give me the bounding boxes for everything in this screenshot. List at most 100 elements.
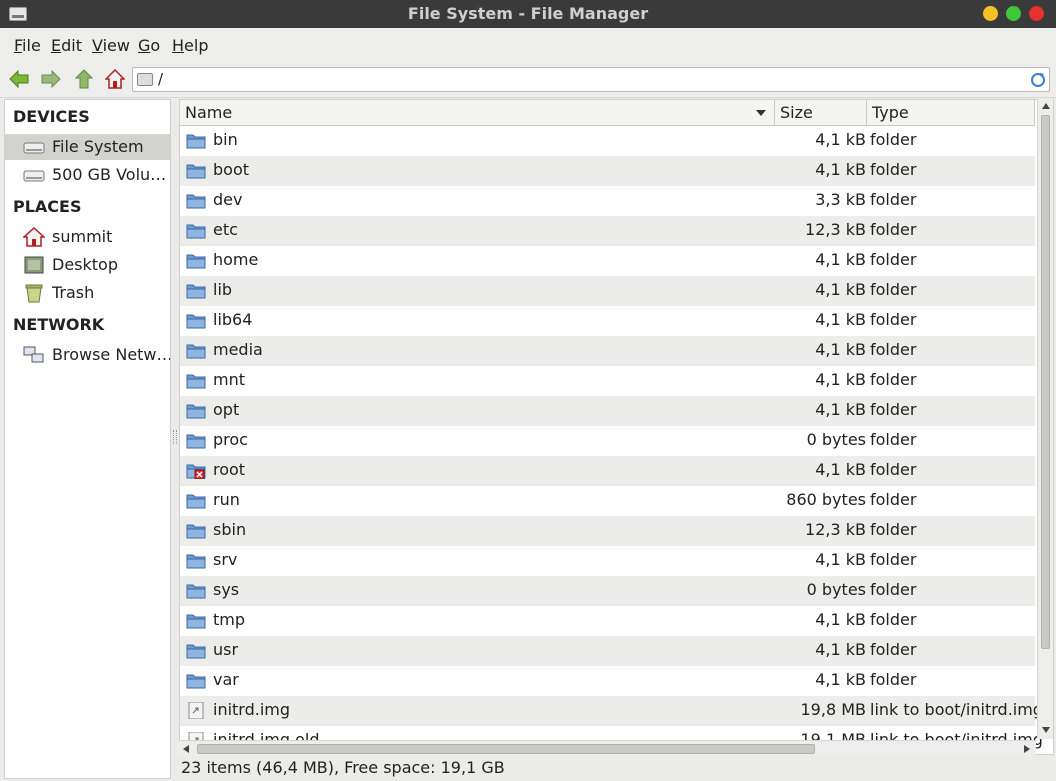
file-type: folder (870, 340, 917, 359)
column-header-name[interactable]: Name (180, 100, 775, 126)
table-row[interactable]: bin 4,1 kB folder (180, 126, 1035, 156)
sidebar-item-label: Browse Netw… (52, 345, 170, 364)
title-bar: File System - File Manager (0, 0, 1056, 28)
file-name: etc (213, 220, 238, 239)
file-rows: bin 4,1 kB folder boot 4,1 kB folder dev 3,3 kB… (180, 126, 1043, 754)
table-row[interactable]: run 860 bytes folder (180, 486, 1035, 516)
table-row[interactable]: etc 12,3 kB folder (180, 216, 1035, 246)
file-name: initrd.img (213, 700, 291, 719)
table-row[interactable]: initrd.img 19,8 MB link to boot/initrd.img (180, 696, 1043, 726)
scroll-up-icon[interactable] (1042, 103, 1050, 109)
file-type: folder (870, 220, 917, 239)
drive-icon (137, 73, 153, 86)
table-row[interactable]: dev 3,3 kB folder (180, 186, 1035, 216)
table-row[interactable]: lib 4,1 kB folder (180, 276, 1035, 306)
location-path: / (158, 70, 164, 88)
sidebar-item-label: Trash (52, 283, 95, 302)
menu-edit[interactable]: Edit (51, 36, 82, 55)
file-type: folder (870, 310, 917, 329)
sidebar-item-network[interactable]: Browse Netw… (5, 342, 170, 368)
menu-file[interactable]: File (14, 36, 41, 55)
menu-view[interactable]: View (92, 36, 130, 55)
arrow-left-icon (9, 70, 29, 88)
file-name: srv (213, 550, 238, 569)
table-row[interactable]: var 4,1 kB folder (180, 666, 1035, 696)
file-name: dev (213, 190, 243, 209)
file-name: proc (213, 430, 248, 449)
vertical-scrollbar[interactable] (1037, 99, 1053, 739)
pane-resize-handle[interactable] (173, 430, 177, 444)
table-row[interactable]: root 4,1 kB folder (180, 456, 1035, 486)
file-size: 4,1 kB (815, 160, 866, 179)
table-row[interactable]: tmp 4,1 kB folder (180, 606, 1035, 636)
scroll-right-icon[interactable] (1024, 745, 1030, 753)
column-header-size[interactable]: Size (775, 100, 867, 126)
horizontal-scrollbar[interactable] (179, 740, 1036, 756)
table-row[interactable]: sbin 12,3 kB folder (180, 516, 1035, 546)
file-name: sbin (213, 520, 247, 539)
scroll-left-icon[interactable] (183, 745, 189, 753)
desktop-icon (24, 256, 44, 274)
file-size: 12,3 kB (805, 220, 866, 239)
file-type: folder (870, 520, 917, 539)
file-type: folder (870, 430, 917, 449)
sidebar-item-file-system[interactable]: File System (5, 134, 170, 160)
window-title: File System - File Manager (407, 4, 649, 23)
file-type: folder (870, 130, 917, 149)
table-row[interactable]: proc 0 bytes folder (180, 426, 1035, 456)
column-header-type[interactable]: Type (867, 100, 1035, 126)
table-row[interactable]: home 4,1 kB folder (180, 246, 1035, 276)
folder-icon (186, 162, 206, 179)
status-bar: 23 items (46,4 MB), Free space: 19,1 GB (181, 758, 505, 777)
sidebar-item-home[interactable]: summit (5, 224, 170, 250)
file-type: folder (870, 160, 917, 179)
file-name: usr (213, 640, 239, 659)
table-row[interactable]: media 4,1 kB folder (180, 336, 1035, 366)
folder-icon (186, 552, 206, 569)
scrollbar-thumb[interactable] (197, 744, 815, 754)
file-size: 12,3 kB (805, 520, 866, 539)
file-type: folder (870, 400, 917, 419)
maximize-button[interactable] (1006, 6, 1021, 21)
folder-icon (186, 312, 206, 329)
file-size: 4,1 kB (815, 670, 866, 689)
minimize-button[interactable] (983, 6, 998, 21)
sidebar-item-volume[interactable]: 500 GB Volu… (5, 162, 170, 188)
folder-icon (186, 192, 206, 209)
file-size: 0 bytes (806, 580, 866, 599)
table-row[interactable]: sys 0 bytes folder (180, 576, 1035, 606)
table-row[interactable]: opt 4,1 kB folder (180, 396, 1035, 426)
file-size: 4,1 kB (815, 250, 866, 269)
reload-icon[interactable] (1029, 71, 1047, 89)
arrow-up-icon (75, 69, 93, 89)
sidebar: DEVICES File System 500 GB Volu… PLACES … (4, 99, 171, 779)
scrollbar-thumb[interactable] (1041, 115, 1050, 649)
menu-help[interactable]: Help (172, 36, 208, 55)
file-name: media (213, 340, 263, 359)
sidebar-item-trash[interactable]: Trash (5, 280, 170, 306)
table-row[interactable]: mnt 4,1 kB folder (180, 366, 1035, 396)
folder-icon (186, 252, 206, 269)
file-name: root (213, 460, 246, 479)
up-button[interactable] (73, 68, 95, 90)
back-button[interactable] (8, 68, 30, 90)
file-type: folder (870, 280, 917, 299)
location-bar[interactable]: / (132, 67, 1050, 92)
scroll-down-icon[interactable] (1042, 727, 1050, 733)
drive-icon (23, 170, 45, 182)
table-row[interactable]: lib64 4,1 kB folder (180, 306, 1035, 336)
file-type: folder (870, 640, 917, 659)
table-row[interactable]: boot 4,1 kB folder (180, 156, 1035, 186)
table-row[interactable]: usr 4,1 kB folder (180, 636, 1035, 666)
file-name: boot (213, 160, 250, 179)
file-type: folder (870, 610, 917, 629)
home-icon (105, 69, 125, 89)
home-button[interactable] (104, 68, 126, 90)
forward-button[interactable] (40, 68, 62, 90)
sidebar-item-desktop[interactable]: Desktop (5, 252, 170, 278)
close-button[interactable] (1029, 6, 1044, 21)
table-row[interactable]: srv 4,1 kB folder (180, 546, 1035, 576)
menu-go[interactable]: Go (138, 36, 160, 55)
file-name: sys (213, 580, 240, 599)
file-type: folder (870, 550, 917, 569)
